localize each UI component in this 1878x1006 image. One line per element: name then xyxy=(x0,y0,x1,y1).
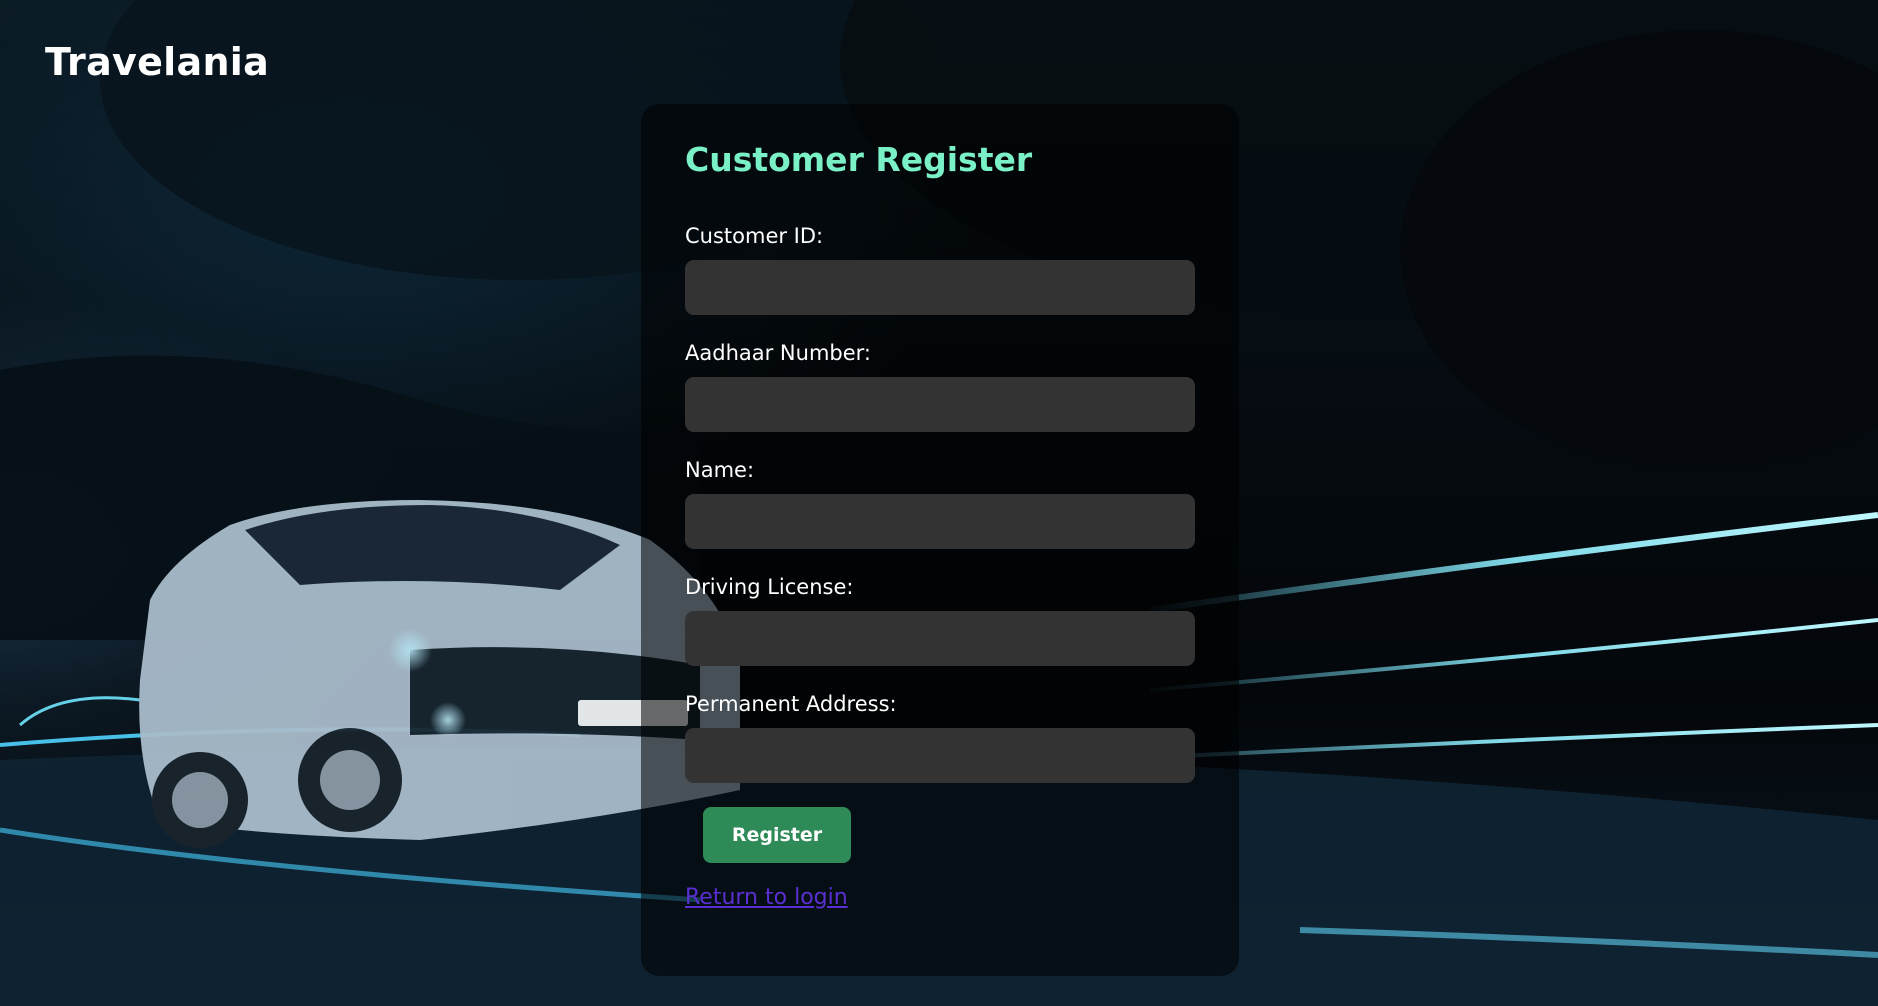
register-page: Travelania Customer Register Customer ID… xyxy=(0,0,1878,1006)
aadhaar-number-input[interactable] xyxy=(685,377,1195,432)
brand-logo: Travelania xyxy=(45,40,270,84)
driving-license-label: Driving License: xyxy=(685,575,854,599)
customer-id-input[interactable] xyxy=(685,260,1195,315)
driving-license-input[interactable] xyxy=(685,611,1195,666)
form-title: Customer Register xyxy=(685,140,1033,179)
permanent-address-input[interactable] xyxy=(685,728,1195,783)
customer-id-label: Customer ID: xyxy=(685,224,824,248)
name-label: Name: xyxy=(685,458,755,482)
permanent-address-label: Permanent Address: xyxy=(685,692,897,716)
return-to-login-link[interactable]: Return to login xyxy=(685,885,848,910)
aadhaar-number-label: Aadhaar Number: xyxy=(685,341,871,365)
register-button[interactable]: Register xyxy=(703,807,851,863)
name-input[interactable] xyxy=(685,494,1195,549)
register-form: Customer Register Customer ID: Aadhaar N… xyxy=(685,138,1195,910)
